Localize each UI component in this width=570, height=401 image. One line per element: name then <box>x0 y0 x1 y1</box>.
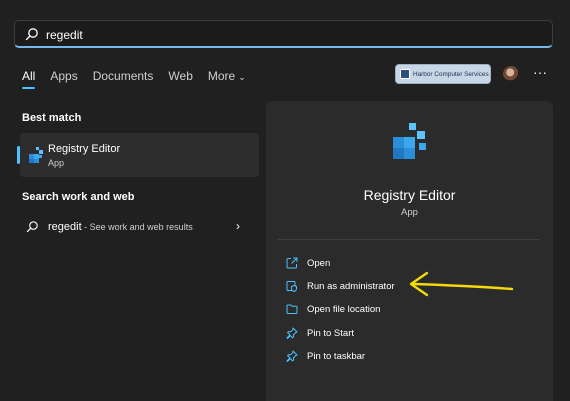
pin-to-taskbar-label: Pin to taskbar <box>307 350 366 362</box>
tab-web[interactable]: Web <box>168 69 192 83</box>
run-as-admin-label: Run as administrator <box>307 280 395 292</box>
pin-icon <box>286 350 298 362</box>
annotation-arrow-icon <box>409 271 514 297</box>
avatar[interactable] <box>503 66 519 82</box>
org-badge[interactable]: Harbor Computer Services <box>395 64 491 84</box>
search-box[interactable]: regedit <box>14 20 553 48</box>
registry-editor-icon <box>393 123 426 159</box>
registry-editor-icon <box>29 147 43 163</box>
org-label: Harbor Computer Services <box>413 70 489 78</box>
web-search-item[interactable]: regedit - See work and web results › <box>20 216 259 238</box>
search-icon <box>25 28 38 41</box>
web-query-text: regedit <box>48 221 82 233</box>
best-match-item[interactable]: Registry Editor App <box>17 133 259 177</box>
chevron-right-icon[interactable]: › <box>236 219 240 233</box>
pin-icon <box>286 327 298 339</box>
open-label: Open <box>307 257 331 269</box>
divider <box>278 239 540 240</box>
open-file-location-label: Open file location <box>307 303 381 315</box>
tab-more[interactable]: More ⌄ <box>208 69 246 83</box>
details-panel: Registry Editor App Open Run as administ… <box>266 101 553 401</box>
tab-apps[interactable]: Apps <box>50 69 77 83</box>
open-icon <box>286 257 298 269</box>
run-as-admin-action[interactable]: Run as administrator <box>286 278 395 294</box>
pin-to-start-action[interactable]: Pin to Start <box>286 325 354 341</box>
tab-documents[interactable]: Documents <box>93 69 154 83</box>
pin-to-taskbar-action[interactable]: Pin to taskbar <box>286 348 365 364</box>
open-action[interactable]: Open <box>286 255 330 271</box>
best-match-title: Best match <box>22 112 82 124</box>
more-options-icon[interactable]: ··· <box>533 64 547 80</box>
search-input[interactable]: regedit <box>46 28 83 42</box>
filter-tabs: All Apps Documents Web More ⌄ <box>22 67 261 89</box>
tab-more-label: More <box>207 69 236 83</box>
pin-to-start-label: Pin to Start <box>307 327 354 339</box>
search-icon <box>26 221 38 233</box>
app-title: Registry Editor <box>363 187 456 203</box>
org-logo-icon <box>400 69 410 79</box>
folder-icon <box>286 304 298 314</box>
tab-all[interactable]: All <box>22 69 36 89</box>
selection-indicator <box>17 146 20 164</box>
web-query: regedit - See work and web results <box>48 221 193 233</box>
web-query-suffix: - See work and web results <box>81 222 193 232</box>
web-section-title: Search work and web <box>22 191 135 203</box>
best-match-name: Registry Editor <box>48 143 121 155</box>
chevron-down-icon: ⌄ <box>238 72 246 82</box>
best-match-type: App <box>48 158 65 168</box>
app-type: App <box>401 207 418 218</box>
open-file-location-action[interactable]: Open file location <box>286 301 380 317</box>
shield-icon <box>286 281 297 292</box>
